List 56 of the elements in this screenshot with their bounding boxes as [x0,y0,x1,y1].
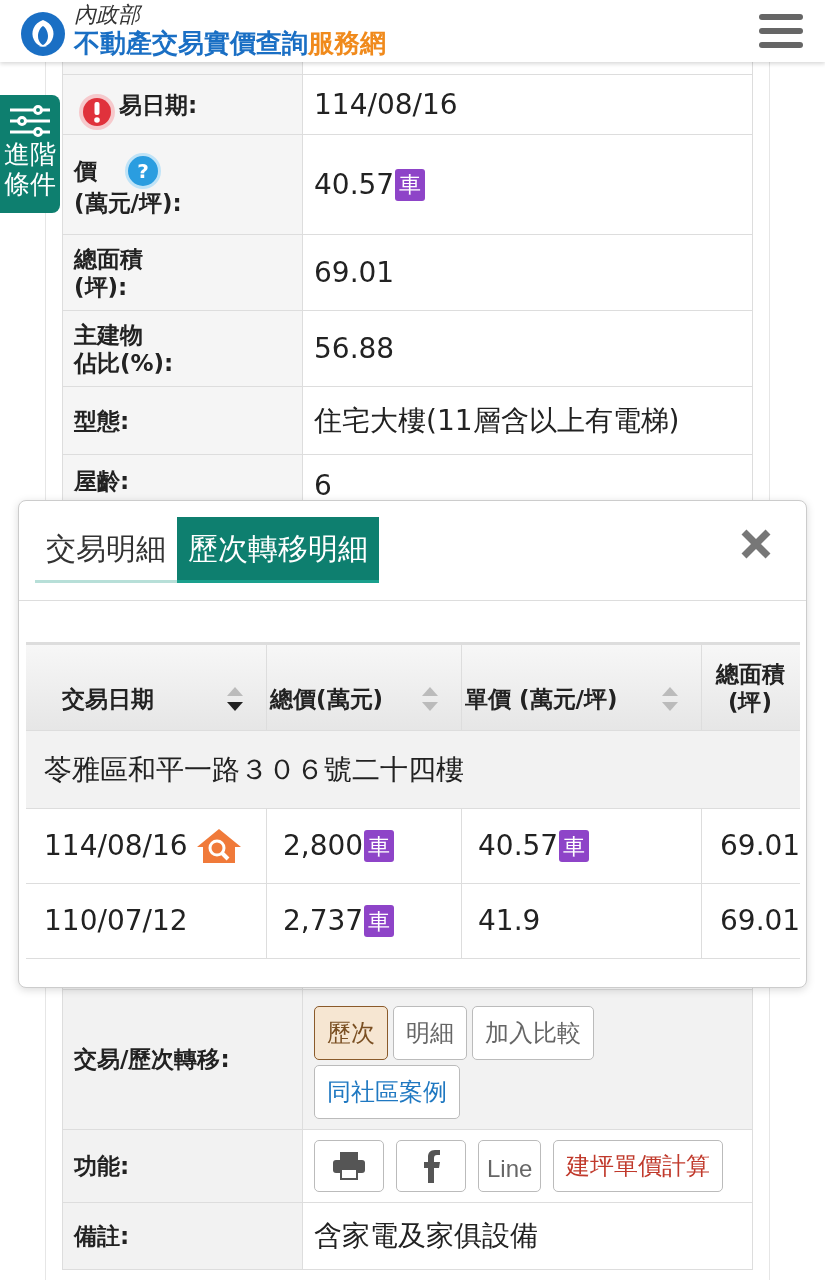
tab-button[interactable]: 加入比較 [472,1006,594,1060]
help-button[interactable]: ? [125,152,161,189]
field-value: 6 [314,468,332,504]
advanced-filter-button[interactable]: 進階 條件 [0,95,60,213]
facebook-button[interactable] [396,1140,466,1192]
table-cell-text: 110/07/12 [44,903,188,939]
field-value: 住宅大樓(11層含以上有電梯) [314,402,680,439]
printer-icon [332,1151,366,1181]
tab-button[interactable]: 歷次 [314,1006,388,1060]
field-label: 屋齡: [74,467,130,495]
house-search-icon[interactable] [195,827,242,865]
field-label: 型態: [74,406,130,435]
car-badge: 車 [364,905,395,937]
car-badge: 車 [395,168,426,201]
field-value: 40.57 [314,166,395,203]
menu-icon[interactable] [759,12,803,50]
field-label: 備註: [74,1221,131,1251]
table-cell-text: 69.01 [720,903,800,939]
car-badge: 車 [559,830,590,862]
dialog-tab[interactable]: 歷次轉移明細 [177,517,379,583]
field-label: 佔比(%): [74,348,174,377]
field-label: (萬元/坪): [74,188,182,217]
field-value: 含家電及家俱設備 [314,1218,538,1254]
column-header[interactable]: 單價 (萬元/坪) [462,645,702,730]
field-value: 69.01 [314,254,395,291]
field-label: 價 [74,156,97,185]
facebook-icon [421,1149,441,1183]
field-label: 功能: [74,1151,131,1181]
ministry-name: 內政部 [74,3,143,27]
tab-button[interactable]: 明細 [393,1006,467,1060]
car-badge: 車 [364,830,395,862]
field-label: (坪): [74,272,128,301]
field-label: 主建物 [74,320,143,349]
field-label: 交易/歷次轉移: [74,1045,231,1075]
table-cell-text: 2,800 [283,828,364,864]
community-cases-button[interactable]: 同社區案例 [314,1065,460,1119]
table-cell-text: 69.01 [720,828,800,864]
field-value: 56.88 [314,330,395,367]
unit-price-calculator-button[interactable]: 建坪單價計算 [553,1140,724,1192]
print-button[interactable] [314,1140,384,1192]
site-title[interactable]: 不動產交易實價查詢 [74,27,308,59]
table-cell-text: 41.9 [478,903,541,939]
address-group-header: 苓雅區和平一路３０６號二十四樓 [44,751,464,788]
table-cell-text: 2,737 [283,903,364,939]
sliders-icon [8,105,52,137]
close-icon[interactable] [740,528,772,560]
table-cell-text: 40.57 [478,828,559,864]
column-header[interactable]: 交易日期 [26,645,267,730]
logo-icon[interactable] [20,11,66,57]
column-header[interactable]: 總價(萬元) [267,645,462,730]
column-header[interactable]: 總面積 (坪) [702,645,800,730]
table-cell-text: 114/08/16 [44,828,188,864]
line-share-button[interactable]: Line [478,1140,542,1192]
field-label: 總面積 [74,244,143,273]
field-value: 114/08/16 [314,86,458,123]
field-label: 易日期: [119,90,198,119]
